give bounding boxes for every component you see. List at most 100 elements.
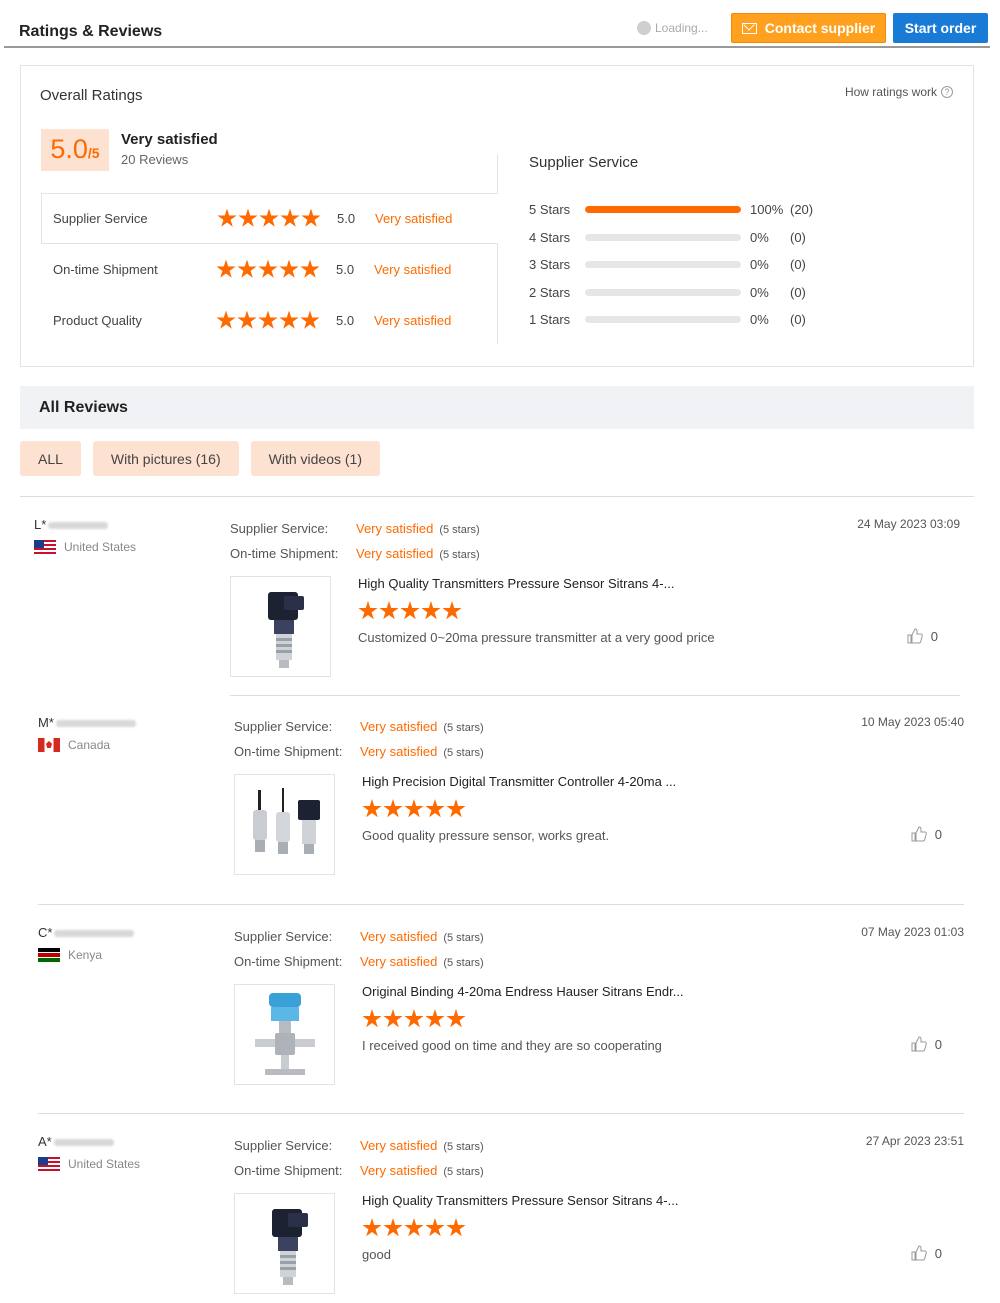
product-thumbnail[interactable] (234, 984, 335, 1085)
ratings-header: Ratings & Reviews Loading... Contact sup… (4, 0, 990, 48)
product-title-link[interactable]: High Quality Transmitters Pressure Senso… (358, 576, 674, 591)
rating-row-on-time-shipment[interactable]: On-time Shipment 5.0 Very satisfied (41, 244, 498, 295)
like-button[interactable]: 0 (907, 628, 938, 644)
distribution-count: (0) (790, 229, 806, 245)
page-title: Ratings & Reviews (19, 23, 163, 40)
star-icon (383, 1218, 403, 1237)
distribution-row-3: 3 Stars 0% (0) (529, 251, 830, 279)
product-star-rating (358, 601, 462, 621)
like-button[interactable]: 0 (911, 826, 942, 842)
review-item: C* Kenya Supplier Service: Very satisfied… (38, 925, 964, 1095)
star-rating (216, 259, 320, 280)
supplier-service-label: Supplier Service: (234, 929, 333, 944)
star-icon (279, 310, 299, 329)
divider (20, 496, 974, 497)
product-thumbnail[interactable] (230, 576, 331, 677)
filter-with-videos[interactable]: With videos (1) (250, 441, 380, 476)
rating-row-label: Product Quality (53, 313, 142, 328)
overall-score-badge: 5.0 /5 (41, 129, 109, 171)
rating-row-product-quality[interactable]: Product Quality 5.0 Very satisfied (41, 295, 498, 346)
rating-categories: Supplier Service 5.0 Very satisfied On-t… (41, 193, 498, 346)
loading-indicator: Loading... (637, 21, 708, 35)
distribution-bar (585, 316, 741, 324)
stars-text: (5 stars) (443, 747, 484, 759)
product-star-rating (362, 799, 466, 819)
star-icon (279, 259, 299, 278)
reviewer-country: United States (34, 540, 136, 554)
start-order-button[interactable]: Start order (893, 13, 988, 43)
distribution-bar (585, 288, 741, 296)
distribution-label: 3 Stars (529, 257, 571, 273)
review-date: 10 May 2023 05:40 (861, 715, 964, 729)
on-time-value: Very satisfied (356, 546, 434, 561)
distribution-percent: 0% (750, 284, 769, 300)
review-comment: I received good on time and they are so … (362, 1038, 662, 1053)
distribution-row-4: 4 Stars 0% (0) (529, 224, 830, 252)
like-count: 0 (934, 1245, 942, 1261)
rating-row-value: 5.0 (336, 313, 355, 328)
star-icon (300, 310, 320, 329)
stars-text: (5 stars) (443, 1141, 484, 1153)
on-time-label: On-time Shipment: (230, 546, 339, 561)
supplier-service-value: Very satisfied (360, 719, 438, 734)
distribution-label: 5 Stars (529, 202, 571, 218)
rating-row-label: Supplier Service (53, 211, 148, 226)
reviewer-country: Canada (38, 738, 110, 752)
distribution-title: Supplier Service (529, 154, 639, 171)
star-icon (362, 1218, 382, 1237)
masked-name (54, 930, 135, 938)
reviewer-country: United States (38, 1157, 140, 1171)
star-rating (217, 208, 321, 229)
supplier-service-label: Supplier Service: (230, 521, 329, 536)
filter-with-pictures[interactable]: With pictures (16) (92, 441, 239, 476)
rating-row-word: Very satisfied (375, 211, 453, 226)
product-title-link[interactable]: High Quality Transmitters Pressure Senso… (362, 1193, 678, 1208)
how-ratings-work-link[interactable]: How ratings work ? (845, 85, 953, 99)
review-filters: ALL With pictures (16) With videos (1) (20, 441, 380, 476)
rating-row-word: Very satisfied (374, 313, 452, 328)
loading-text: Loading... (655, 21, 708, 35)
ca-flag-icon (38, 738, 60, 752)
like-button[interactable]: 0 (911, 1245, 942, 1261)
rating-row-supplier-service[interactable]: Supplier Service 5.0 Very satisfied (41, 193, 498, 244)
divider (38, 904, 964, 905)
star-icon (300, 259, 320, 278)
star-icon (446, 799, 466, 818)
distribution-percent: 0% (750, 229, 769, 245)
distribution-percent: 100% (750, 202, 784, 218)
reviewer-name: M* (38, 715, 136, 730)
how-ratings-work-label: How ratings work (844, 85, 937, 99)
distribution-row-2: 2 Stars 0% (0) (529, 279, 830, 307)
product-title-link[interactable]: High Precision Digital Transmitter Contr… (362, 774, 676, 789)
like-count: 0 (934, 1036, 942, 1052)
reviewer-name: A* (38, 1134, 114, 1149)
supplier-service-value: Very satisfied (356, 521, 434, 536)
like-button[interactable]: 0 (911, 1036, 942, 1052)
contact-supplier-button[interactable]: Contact supplier (731, 13, 886, 43)
product-thumbnail[interactable] (234, 774, 335, 875)
on-time-label: On-time Shipment: (234, 744, 343, 759)
all-reviews-header: All Reviews (20, 386, 974, 429)
star-icon (301, 208, 321, 227)
service-ratings: Supplier Service: Very satisfied (5 stars)… (234, 925, 484, 975)
star-icon (358, 601, 378, 620)
divider (38, 1113, 964, 1114)
stars-text: (5 stars) (439, 524, 480, 536)
overall-score-max: /5 (87, 145, 100, 161)
star-icon (216, 310, 236, 329)
reviewer-initial: M* (38, 715, 54, 730)
service-ratings: Supplier Service: Very satisfied (5 stars)… (234, 1134, 484, 1184)
star-icon (404, 799, 424, 818)
reviewer-initial: C* (38, 925, 53, 940)
us-flag-icon (34, 540, 56, 554)
star-icon (379, 601, 399, 620)
product-title-link[interactable]: Original Binding 4-20ma Endress Hauser S… (362, 984, 684, 999)
filter-all[interactable]: ALL (20, 441, 81, 476)
star-icon (259, 208, 279, 227)
overall-ratings-heading: Overall Ratings (40, 87, 143, 104)
star-icon (425, 1009, 445, 1028)
distribution-count: (0) (790, 312, 806, 328)
stars-text: (5 stars) (443, 957, 484, 969)
reviewer-initial: L* (34, 517, 47, 532)
product-thumbnail[interactable] (234, 1193, 335, 1294)
